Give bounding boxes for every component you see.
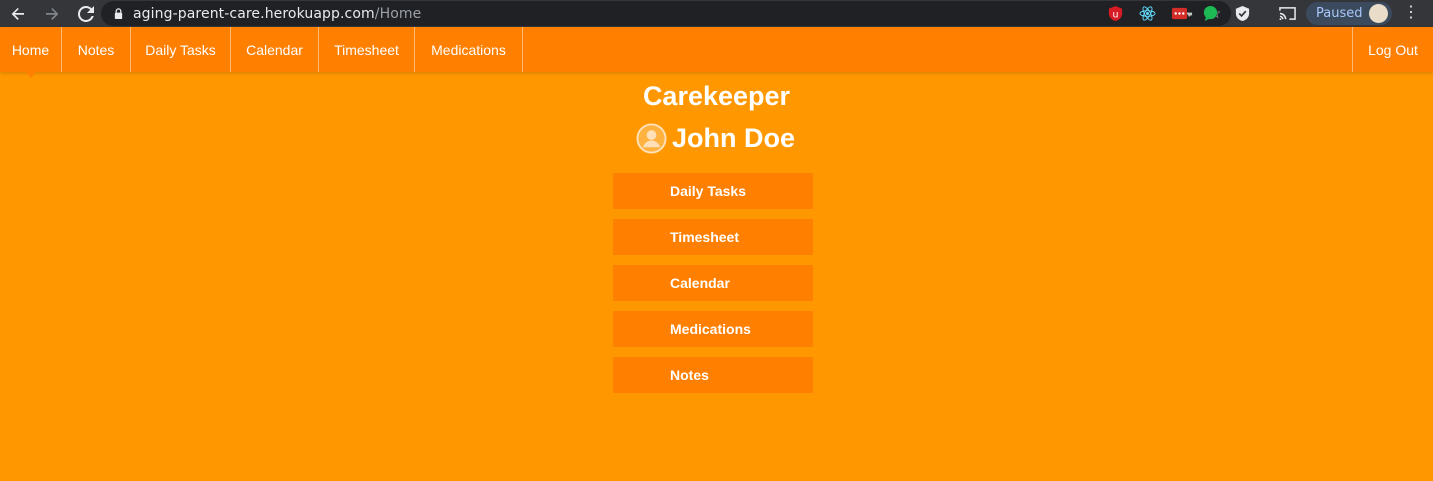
user-name: John Doe	[672, 123, 796, 153]
svg-text:u: u	[1112, 9, 1118, 20]
profile-button[interactable]: Paused	[1306, 2, 1392, 25]
reload-icon[interactable]	[74, 2, 98, 26]
nav-item-medications[interactable]: Medications	[415, 27, 523, 72]
user-avatar-icon	[636, 123, 667, 154]
timesheet-button[interactable]: Timesheet	[613, 219, 813, 255]
more-menu-icon[interactable]: ⋮	[1403, 5, 1419, 21]
nav-item-timesheet[interactable]: Timesheet	[319, 27, 415, 72]
browser-toolbar: aging-parent-care.herokuapp.com/Home ☆ u…	[0, 0, 1433, 27]
calendar-button[interactable]: Calendar	[613, 265, 813, 301]
cast-icon[interactable]	[1278, 4, 1296, 22]
avatar	[1369, 4, 1388, 23]
medications-button[interactable]: Medications	[613, 311, 813, 347]
page-title: Carekeeper	[642, 81, 791, 111]
nav-item-calendar[interactable]: Calendar	[231, 27, 319, 72]
lock-icon	[113, 8, 125, 20]
nav-item-home[interactable]: Home	[0, 27, 62, 78]
url-text: aging-parent-care.herokuapp.com/Home	[133, 5, 422, 22]
nav-item-notes[interactable]: Notes	[62, 27, 131, 72]
lastpass-icon[interactable]	[1170, 4, 1188, 22]
ublock-icon[interactable]: u	[1106, 4, 1124, 22]
react-devtools-icon[interactable]	[1138, 4, 1156, 22]
address-bar[interactable]: aging-parent-care.herokuapp.com/Home ☆	[101, 1, 1231, 26]
profile-status-label: Paused	[1316, 6, 1363, 21]
daily-tasks-button[interactable]: Daily Tasks	[613, 173, 813, 209]
notes-button[interactable]: Notes	[613, 357, 813, 393]
shield-icon[interactable]	[1233, 4, 1251, 22]
chat-bubble-icon[interactable]	[1201, 4, 1219, 22]
user-header: John Doe	[636, 123, 795, 154]
forward-icon[interactable]	[40, 2, 64, 26]
nav-item-daily-tasks[interactable]: Daily Tasks	[131, 27, 231, 72]
logout-button[interactable]: Log Out	[1352, 27, 1433, 72]
back-icon[interactable]	[6, 2, 30, 26]
app-navbar: Home Notes Daily Tasks Calendar Timeshee…	[0, 27, 1433, 78]
